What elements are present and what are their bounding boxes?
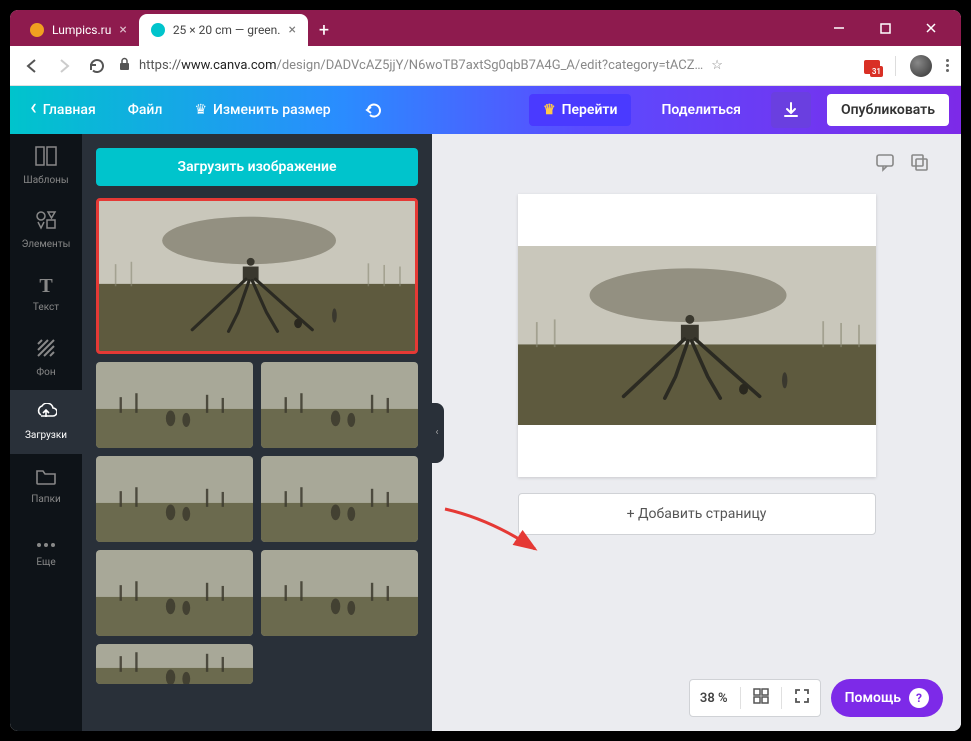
star-icon[interactable]: ☆ [711,58,723,73]
share-button[interactable]: Поделиться [647,94,754,126]
grid-view-icon[interactable] [753,688,769,708]
sidebar-item-text[interactable]: T Текст [10,262,82,326]
file-label: Файл [128,102,163,118]
address-bar: https://www.canva.com/design/DADVcAZ5jjY… [10,46,961,86]
upload-thumbnail[interactable] [96,362,253,448]
sidebar-label: Элементы [22,239,71,250]
zoom-controls: 38 % [689,679,821,717]
add-page-button[interactable]: + Добавить страницу [518,493,876,535]
elements-icon [35,210,57,235]
help-button[interactable]: Помощь ? [831,679,943,717]
sidebar-label: Еще [36,557,55,568]
crown-icon: ♛ [543,102,556,118]
comment-icon[interactable] [875,152,895,172]
maximize-button[interactable] [871,14,899,42]
minimize-button[interactable] [825,14,853,42]
sidebar-label: Шаблоны [23,175,68,186]
sidebar-item-uploads[interactable]: Загрузки [10,390,82,454]
publish-label: Опубликовать [841,102,935,118]
download-button[interactable] [771,92,811,128]
sidebar-label: Фон [36,367,55,378]
undo-icon [363,100,383,120]
sidebar-label: Загрузки [25,430,67,441]
background-icon [36,338,56,363]
tab-title: Lumpics.ru [52,23,111,37]
home-label: Главная [43,102,96,118]
forward-button[interactable] [54,56,74,76]
upload-thumbnail[interactable] [96,456,253,542]
share-label: Поделиться [661,102,740,118]
new-tab-button[interactable]: + [312,18,336,42]
download-icon [782,101,800,119]
uploads-panel: Загрузить изображение [82,134,432,731]
sidebar-item-more[interactable]: Еще [10,518,82,582]
text-icon: T [39,275,52,298]
reload-button[interactable] [86,56,106,76]
upload-thumbnail[interactable] [261,456,418,542]
placed-image[interactable] [518,246,876,425]
resize-label: Изменить размер [213,102,331,118]
upload-thumbnail[interactable] [261,550,418,636]
upload-thumbnail[interactable] [261,362,418,448]
sidebar: Шаблоны Элементы T Текст Фон Загрузки Па… [10,134,82,731]
sidebar-item-background[interactable]: Фон [10,326,82,390]
help-icon: ? [909,688,929,708]
templates-icon [35,146,57,171]
home-button[interactable]: Главная [22,96,104,124]
sidebar-item-elements[interactable]: Элементы [10,198,82,262]
resize-button[interactable]: Изменить размер [186,96,338,124]
uploads-gallery [96,198,418,717]
extension-icon[interactable]: 31 [863,57,881,75]
app-header: Главная Файл Изменить размер ♛ Перейти По… [10,86,961,134]
fullscreen-icon[interactable] [794,688,810,708]
browser-titlebar: Lumpics.ru × 25 × 20 cm — green. × + [10,10,961,46]
upload-thumbnail[interactable] [96,644,253,684]
canvas-area: + Добавить страницу 38 % Помощь ? [432,134,961,731]
upload-image-button[interactable]: Загрузить изображение [96,148,418,186]
upgrade-button[interactable]: ♛ Перейти [529,94,631,126]
upload-thumbnail[interactable] [96,198,418,354]
design-page[interactable] [518,194,876,477]
folder-icon [35,467,57,490]
browser-tab[interactable]: Lumpics.ru × [18,14,139,46]
sidebar-label: Папки [31,494,61,505]
help-label: Помощь [845,690,901,706]
zoom-value[interactable]: 38 % [700,691,728,706]
sidebar-label: Текст [33,302,59,313]
sidebar-item-folders[interactable]: Папки [10,454,82,518]
url-text: https://www.canva.com/design/DADVcAZ5jjY… [139,58,703,73]
add-page-label: + Добавить страницу [627,506,767,522]
close-button[interactable] [917,14,945,42]
lock-icon [118,57,131,75]
crown-icon [194,102,207,118]
file-menu[interactable]: Файл [120,96,171,124]
more-icon [36,532,56,553]
upload-thumbnail[interactable] [96,550,253,636]
back-button[interactable] [22,56,42,76]
upload-label: Загрузить изображение [178,159,337,175]
upgrade-label: Перейти [562,102,618,118]
url-field[interactable]: https://www.canva.com/design/DADVcAZ5jjY… [118,57,851,75]
sidebar-item-templates[interactable]: Шаблоны [10,134,82,198]
tab-title: 25 × 20 cm — green. [173,23,281,37]
close-icon[interactable]: × [288,22,295,38]
browser-tab[interactable]: 25 × 20 cm — green. × [139,14,308,46]
publish-button[interactable]: Опубликовать [827,94,949,126]
undo-button[interactable] [355,94,391,126]
profile-avatar[interactable] [910,55,932,77]
close-icon[interactable]: × [119,22,126,38]
uploads-icon [35,403,57,426]
browser-menu-button[interactable] [946,59,949,72]
extension-badge: 31 [870,66,883,77]
duplicate-icon[interactable] [909,152,929,172]
chevron-left-icon [30,102,37,118]
